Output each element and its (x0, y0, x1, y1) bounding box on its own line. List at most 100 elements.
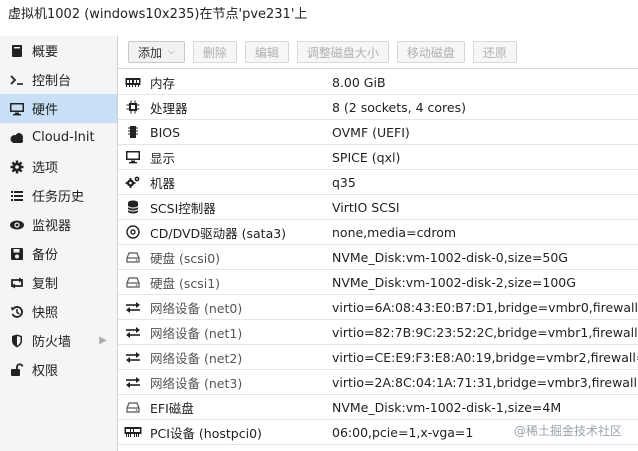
hardware-name: 机器 (150, 175, 176, 191)
edit-button[interactable]: 编辑 (244, 41, 289, 63)
sidebar-item-label: 防火墙 (32, 335, 72, 350)
sidebar-item-label: 备份 (32, 248, 59, 263)
hardware-row-scsi-controller[interactable]: SCSI控制器 VirtIO SCSI (118, 195, 638, 220)
hdd-icon (120, 401, 146, 413)
hardware-name: CD/DVD驱动器 (sata3) (150, 225, 287, 241)
gear-icon (8, 159, 26, 175)
hardware-row-disk-scsi0[interactable]: 硬盘 (scsi0) NVMe_Disk:vm-1002-disk-0,size… (118, 245, 638, 270)
hardware-value: virtio=82:7B:9C:23:52:2C,bridge=vmbr1,fi… (332, 324, 638, 340)
hardware-name: 网络设备 (net0) (150, 300, 243, 316)
cdrom-icon (120, 225, 146, 239)
unlock-icon (8, 362, 26, 378)
book-icon (8, 43, 26, 59)
hardware-row-bios[interactable]: BIOS OVMF (UEFI) (118, 120, 638, 145)
hardware-list: 内存 8.00 GiB 处理器 8 (2 sockets, 4 cores) B… (118, 70, 638, 445)
cloud-icon (8, 130, 26, 146)
exchange-icon (120, 376, 146, 388)
history-icon (8, 304, 26, 320)
hardware-row-processor[interactable]: 处理器 8 (2 sockets, 4 cores) (118, 95, 638, 120)
pci-icon (120, 426, 146, 438)
hardware-row-machine[interactable]: 机器 q35 (118, 170, 638, 195)
add-button[interactable]: 添加 ⌵ (128, 41, 185, 63)
sidebar-item-console[interactable]: 控制台 (0, 65, 117, 94)
sidebar-item-label: 快照 (32, 306, 59, 321)
hardware-row-memory[interactable]: 内存 8.00 GiB (118, 70, 638, 95)
sidebar-item-label: 复制 (32, 277, 59, 292)
hardware-name: 硬盘 (scsi0) (150, 250, 221, 266)
hardware-row-net3[interactable]: 网络设备 (net3) virtio=2A:8C:04:1A:71:31,bri… (118, 370, 638, 395)
sidebar-item-options[interactable]: 选项 (0, 152, 117, 181)
monitor-icon (8, 101, 26, 117)
hardware-name: 内存 (150, 75, 176, 91)
hdd-icon (120, 276, 146, 288)
sidebar-item-monitor[interactable]: 监视器 (0, 210, 117, 239)
shield-icon (8, 333, 26, 349)
window-title: 虚拟机1002 (windows10x235)在节点'pve231'上 (0, 0, 638, 30)
remove-button[interactable]: 删除 (192, 41, 237, 63)
hardware-value: 8.00 GiB (332, 74, 386, 90)
terminal-icon (8, 72, 26, 88)
hardware-value: virtio=2A:8C:04:1A:71:31,bridge=vmbr3,fi… (332, 374, 638, 390)
exchange-icon (120, 326, 146, 338)
hardware-row-efi-disk[interactable]: EFI磁盘 NVMe_Disk:vm-1002-disk-1,size=4M (118, 395, 638, 420)
hardware-value: SPICE (qxl) (332, 149, 401, 165)
hardware-row-net0[interactable]: 网络设备 (net0) virtio=6A:08:43:E0:B7:D1,bri… (118, 295, 638, 320)
hardware-value: 8 (2 sockets, 4 cores) (332, 99, 466, 115)
hardware-name: 网络设备 (net3) (150, 375, 243, 391)
hardware-name: EFI磁盘 (150, 400, 194, 416)
memory-icon (120, 77, 146, 87)
sidebar: 概要 控制台 硬件 Cloud-Init 选项 任务历史 监视器 备份 复制 快… (0, 36, 118, 451)
hdd-icon (120, 251, 146, 263)
hardware-row-cdrom[interactable]: CD/DVD驱动器 (sata3) none,media=cdrom (118, 220, 638, 245)
sidebar-item-replication[interactable]: 复制 (0, 268, 117, 297)
floppy-icon (8, 246, 26, 262)
eye-icon (8, 217, 26, 233)
sidebar-item-permissions[interactable]: 权限 (0, 355, 117, 384)
chevron-right-icon[interactable]: ▶ (99, 335, 107, 346)
sidebar-item-label: 任务历史 (32, 190, 85, 205)
hardware-name: PCI设备 (hostpci0) (150, 425, 262, 441)
sidebar-item-label: 硬件 (32, 103, 59, 118)
hardware-name: BIOS (150, 124, 181, 140)
sidebar-item-label: Cloud-Init (32, 130, 95, 145)
watermark: @稀土掘金技术社区 (509, 422, 626, 439)
retweet-icon (8, 275, 26, 291)
hardware-value: virtio=CE:E9:F3:E8:A0:19,bridge=vmbr2,fi… (332, 349, 638, 365)
hardware-name: 网络设备 (net2) (150, 350, 243, 366)
sidebar-item-label: 控制台 (32, 74, 72, 89)
hardware-name: SCSI控制器 (150, 200, 216, 216)
resize-disk-button[interactable]: 调整磁盘大小 (296, 41, 389, 63)
sidebar-item-task-history[interactable]: 任务历史 (0, 181, 117, 210)
hardware-value: q35 (332, 174, 356, 190)
hardware-value: OVMF (UEFI) (332, 124, 410, 140)
database-icon (120, 200, 146, 214)
toolbar: 添加 ⌵ 删除 编辑 调整磁盘大小 移动磁盘 还原 (118, 36, 638, 69)
sidebar-item-snapshots[interactable]: 快照 (0, 297, 117, 326)
hardware-name: 处理器 (150, 100, 188, 116)
hardware-row-net1[interactable]: 网络设备 (net1) virtio=82:7B:9C:23:52:2C,bri… (118, 320, 638, 345)
hardware-name: 硬盘 (scsi1) (150, 275, 221, 291)
bios-icon (120, 125, 146, 139)
exchange-icon (120, 351, 146, 363)
sidebar-item-hardware[interactable]: 硬件 (0, 94, 117, 123)
hardware-value: NVMe_Disk:vm-1002-disk-1,size=4M (332, 399, 562, 415)
hardware-row-display[interactable]: 显示 SPICE (qxl) (118, 145, 638, 170)
sidebar-item-backup[interactable]: 备份 (0, 239, 117, 268)
hardware-row-disk-scsi1[interactable]: 硬盘 (scsi1) NVMe_Disk:vm-1002-disk-2,size… (118, 270, 638, 295)
hardware-name: 显示 (150, 150, 176, 166)
hardware-row-net2[interactable]: 网络设备 (net2) virtio=CE:E9:F3:E8:A0:19,bri… (118, 345, 638, 370)
hardware-value: NVMe_Disk:vm-1002-disk-2,size=100G (332, 274, 576, 290)
sidebar-item-firewall[interactable]: 防火墙 ▶ (0, 326, 117, 355)
sidebar-item-label: 概要 (32, 45, 59, 60)
add-button-label: 添加 (138, 45, 163, 60)
exchange-icon (120, 301, 146, 313)
sidebar-item-cloud-init[interactable]: Cloud-Init (0, 123, 117, 152)
revert-button[interactable]: 还原 (472, 41, 517, 63)
hardware-value: VirtIO SCSI (332, 199, 400, 215)
sidebar-item-summary[interactable]: 概要 (0, 36, 117, 65)
move-disk-button[interactable]: 移动磁盘 (396, 41, 465, 63)
hardware-value: NVMe_Disk:vm-1002-disk-0,size=50G (332, 249, 568, 265)
sidebar-item-label: 监视器 (32, 219, 72, 234)
sidebar-item-label: 选项 (32, 161, 59, 176)
list-icon (8, 188, 26, 204)
